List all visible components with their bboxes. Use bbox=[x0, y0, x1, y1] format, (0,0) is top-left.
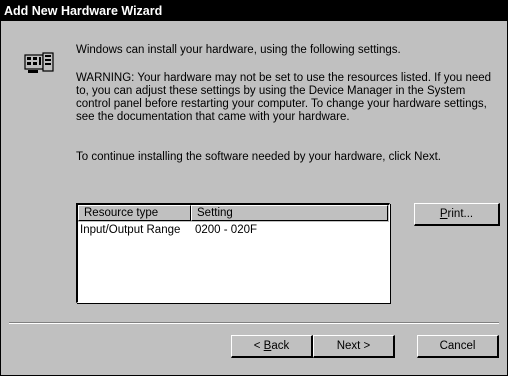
column-header-resource-type[interactable]: Resource type bbox=[78, 205, 191, 221]
print-access-key: P bbox=[439, 208, 448, 220]
back-prefix: < bbox=[253, 340, 264, 352]
window-title: Add New Hardware Wizard bbox=[4, 4, 163, 18]
back-label: ack bbox=[271, 340, 290, 352]
next-button[interactable]: Next > bbox=[313, 335, 395, 358]
wizard-window: Add New Hardware Wizard Windows can inst… bbox=[0, 0, 508, 376]
setting-cell: 0200 - 020F bbox=[195, 224, 258, 236]
title-bar: Add New Hardware Wizard bbox=[1, 1, 507, 21]
intro-text: Windows can install your hardware, using… bbox=[76, 44, 401, 56]
warning-text: WARNING: Your hardware may not be set to… bbox=[76, 72, 492, 123]
column-header-setting[interactable]: Setting bbox=[191, 205, 388, 221]
resource-type-cell: Input/Output Range bbox=[80, 224, 181, 236]
print-button[interactable]: Print... bbox=[414, 203, 500, 226]
separator bbox=[9, 322, 499, 324]
hardware-device-icon bbox=[24, 52, 54, 73]
print-label: rint... bbox=[447, 208, 474, 220]
resource-list[interactable]: Resource type Setting Input/Output Range… bbox=[76, 203, 390, 303]
cancel-button[interactable]: Cancel bbox=[417, 335, 499, 358]
back-button[interactable]: < Back bbox=[231, 335, 313, 358]
list-header: Resource type Setting bbox=[78, 205, 389, 222]
continue-text: To continue installing the software need… bbox=[76, 151, 442, 163]
